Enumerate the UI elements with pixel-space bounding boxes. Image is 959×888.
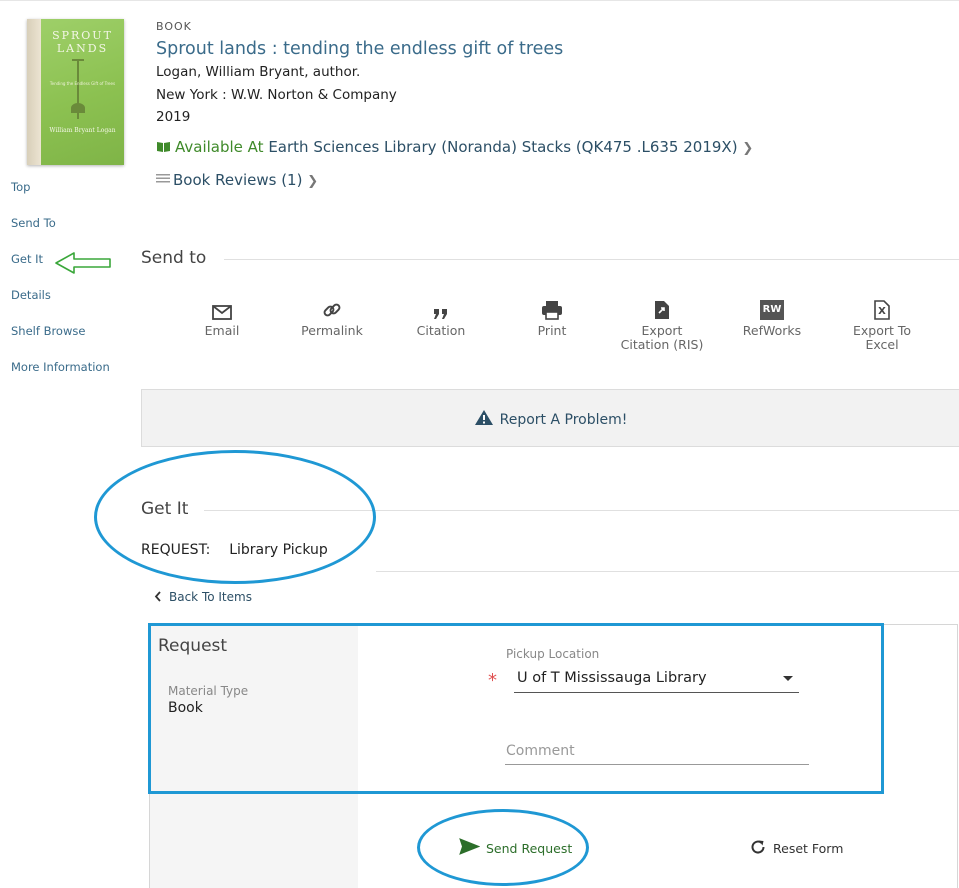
reset-form-button[interactable]: Reset Form: [749, 838, 843, 859]
book-reviews-label: Book Reviews (1): [173, 171, 303, 189]
format-label: BOOK: [156, 20, 192, 33]
availability-location: Earth Sciences Library (Noranda) Stacks …: [268, 138, 738, 156]
back-to-items-link[interactable]: Back To Items: [154, 590, 252, 605]
book-cover[interactable]: SPROUT LANDS Tending the Endless Gift of…: [27, 19, 124, 165]
cover-author: William Bryant Logan: [49, 127, 116, 134]
citation-label: Citation: [416, 323, 466, 338]
book-open-icon: [156, 139, 171, 157]
refworks-label: RefWorks: [742, 323, 802, 338]
send-icon: [459, 838, 481, 858]
export-ris-label: Export Citation (RIS): [620, 323, 704, 352]
warning-icon: [474, 409, 494, 430]
excel-icon: X: [838, 298, 926, 320]
email-label: Email: [204, 323, 240, 338]
sidebar-item-details[interactable]: Details: [11, 288, 51, 302]
send-to-divider: [224, 259, 959, 260]
request-divider: [376, 571, 959, 572]
send-request-button[interactable]: Send Request: [459, 838, 572, 858]
availability-status: Available At: [175, 138, 264, 156]
cover-tree-illustration: [71, 59, 85, 119]
chevron-right-icon: ❯: [307, 174, 319, 189]
record-year: 2019: [156, 109, 191, 125]
send-to-heading: Send to: [141, 248, 207, 268]
permalink-label: Permalink: [301, 323, 363, 338]
email-button[interactable]: Email: [178, 298, 266, 338]
book-reviews-link[interactable]: Book Reviews (1) ❯: [156, 169, 318, 189]
reset-form-label: Reset Form: [773, 841, 844, 856]
annotation-ellipse: [94, 450, 376, 584]
chevron-left-icon: [154, 591, 161, 605]
top-divider: [0, 0, 959, 1]
annotation-rectangle: [148, 623, 884, 794]
refworks-icon: RW: [728, 298, 816, 320]
annotation-arrow-icon: [54, 251, 112, 279]
cover-spine: [27, 19, 41, 165]
back-to-items-label: Back To Items: [169, 590, 252, 604]
print-icon: [508, 298, 596, 320]
availability-link[interactable]: Available At Earth Sciences Library (Nor…: [156, 138, 753, 157]
permalink-button[interactable]: Permalink: [288, 298, 376, 338]
list-icon: [156, 169, 170, 187]
record-publisher: New York : W.W. Norton & Company: [156, 87, 397, 103]
refworks-button[interactable]: RW RefWorks: [728, 298, 816, 338]
sidebar-item-shelf-browse[interactable]: Shelf Browse: [11, 324, 85, 338]
refworks-icon-text: RW: [760, 300, 784, 320]
export-excel-button[interactable]: X Export To Excel: [838, 298, 926, 352]
cover-subtitle: Tending the Endless Gift of Trees: [49, 81, 116, 86]
citation-button[interactable]: Citation: [397, 298, 485, 338]
export-icon: [618, 298, 706, 320]
report-problem-label: Report A Problem!: [499, 412, 628, 428]
sidebar-item-get-it[interactable]: Get It: [11, 252, 43, 266]
record-title[interactable]: Sprout lands : tending the endless gift …: [156, 39, 563, 59]
report-problem-button[interactable]: Report A Problem!: [141, 389, 959, 447]
print-button[interactable]: Print: [508, 298, 596, 338]
refresh-icon: [749, 838, 767, 859]
excel-icon-text: X: [878, 306, 886, 317]
quote-icon: [397, 298, 485, 320]
send-request-label: Send Request: [486, 840, 573, 856]
sidebar-item-more-information[interactable]: More Information: [11, 360, 110, 374]
sidebar-item-send-to[interactable]: Send To: [11, 216, 56, 230]
record-author: Logan, William Bryant, author.: [156, 64, 361, 80]
export-ris-button[interactable]: Export Citation (RIS): [618, 298, 706, 352]
email-icon: [178, 298, 266, 320]
export-excel-label: Export To Excel: [852, 323, 912, 352]
link-icon: [288, 298, 376, 320]
sidebar-item-top[interactable]: Top: [11, 180, 30, 194]
cover-title: SPROUT LANDS: [52, 29, 113, 55]
print-label: Print: [537, 323, 567, 338]
chevron-right-icon: ❯: [742, 141, 754, 156]
